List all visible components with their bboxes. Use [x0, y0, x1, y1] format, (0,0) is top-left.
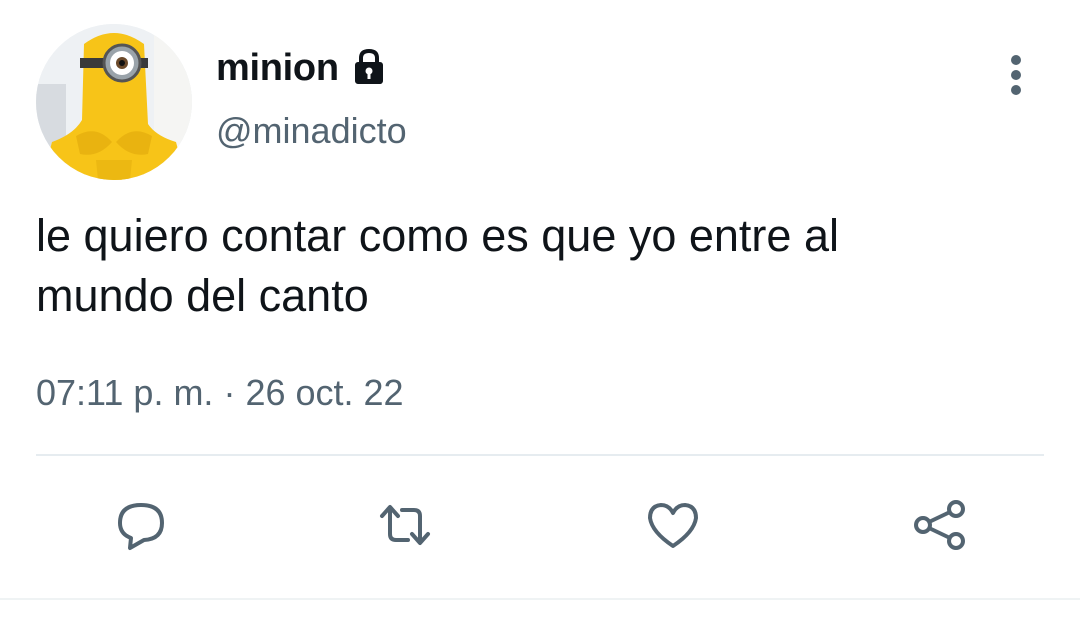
meta-separator: ·: [213, 372, 246, 413]
more-options-button[interactable]: [996, 50, 1036, 100]
minion-avatar-icon: [36, 24, 192, 180]
avatar[interactable]: [36, 24, 192, 180]
heart-icon: [648, 503, 698, 548]
tweet-timestamp[interactable]: 07:11 p. m. · 26 oct. 22: [36, 372, 404, 414]
display-name-row: minion: [216, 44, 389, 92]
tweet-text: le quiero contar como es que yo entre al…: [36, 210, 839, 321]
bottom-divider: [0, 598, 1080, 600]
more-vertical-icon: [1011, 55, 1021, 95]
tweet-card: minion @minadicto le quiero contar como …: [0, 0, 1080, 618]
action-bar: [0, 490, 1080, 560]
retweet-icon: [380, 505, 430, 545]
divider: [36, 454, 1044, 456]
share-icon: [914, 500, 965, 550]
tweet-date: 26 oct. 22: [245, 372, 404, 413]
reply-icon: [118, 503, 164, 550]
reply-button[interactable]: [106, 490, 176, 560]
like-button[interactable]: [638, 490, 708, 560]
lock-icon: [349, 46, 389, 86]
tweet-time: 07:11 p. m.: [36, 372, 214, 413]
share-button[interactable]: [904, 490, 974, 560]
user-handle[interactable]: @minadicto: [216, 110, 407, 152]
display-name[interactable]: minion: [216, 47, 339, 90]
retweet-button[interactable]: [370, 490, 440, 560]
